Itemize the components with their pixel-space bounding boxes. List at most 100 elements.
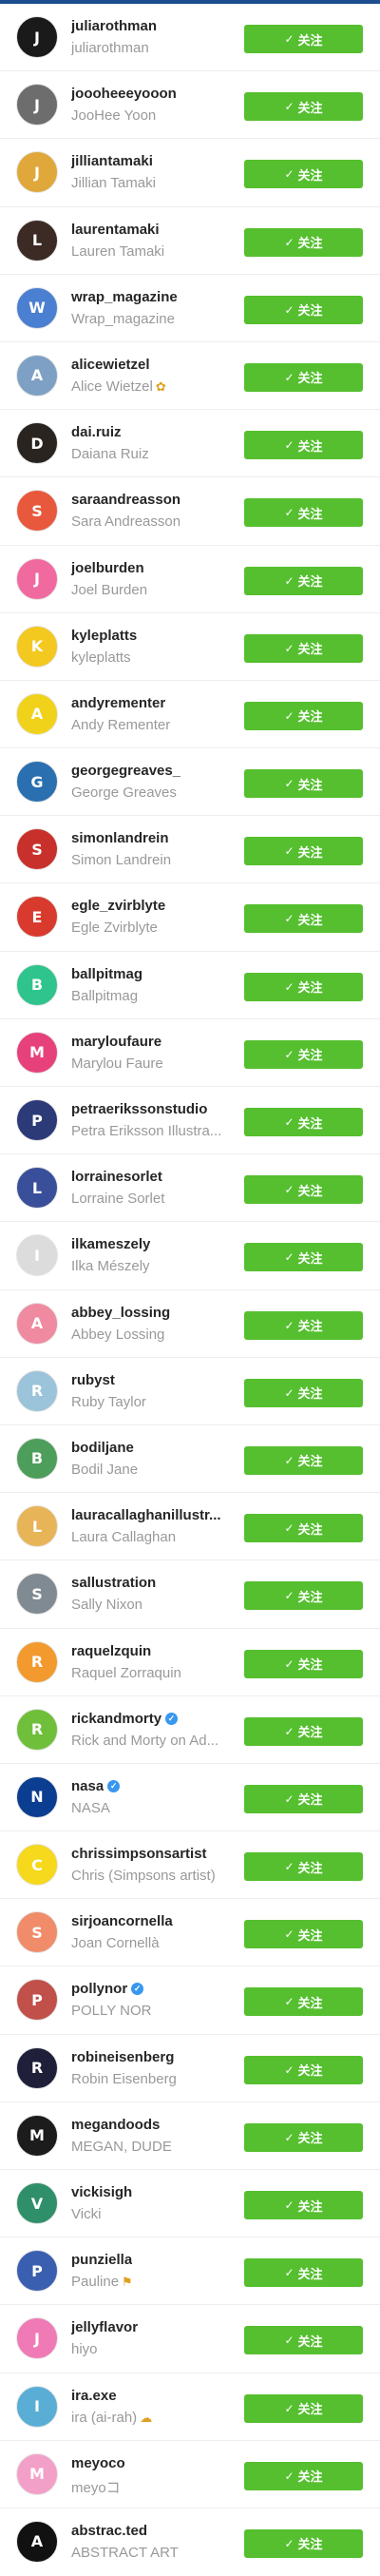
username[interactable]: juliarothman: [71, 18, 233, 34]
follow-button[interactable]: ✓ 关注: [244, 1784, 363, 1813]
username[interactable]: laurentamaki: [71, 222, 233, 238]
username[interactable]: robineisenberg: [71, 2049, 233, 2065]
avatar[interactable]: L: [16, 219, 58, 261]
avatar[interactable]: P: [16, 2250, 58, 2293]
username[interactable]: ballpitmag: [71, 966, 233, 982]
avatar[interactable]: C: [16, 1844, 58, 1887]
follow-button[interactable]: ✓ 关注: [244, 160, 363, 189]
avatar[interactable]: R: [16, 1708, 58, 1751]
username[interactable]: alicewietzel: [71, 357, 233, 373]
avatar[interactable]: J: [16, 557, 58, 600]
avatar[interactable]: A: [16, 2520, 58, 2563]
follow-button[interactable]: ✓ 关注: [244, 431, 363, 460]
username[interactable]: sirjoancornella: [71, 1913, 233, 1929]
follow-button[interactable]: ✓ 关注: [244, 701, 363, 730]
follow-button[interactable]: ✓ 关注: [244, 1445, 363, 1475]
username[interactable]: joooheeeyooon: [71, 86, 233, 102]
username[interactable]: jilliantamaki: [71, 153, 233, 169]
follow-button[interactable]: ✓ 关注: [244, 2258, 363, 2288]
username[interactable]: chrissimpsonsartist: [71, 1846, 233, 1862]
follow-button[interactable]: ✓ 关注: [244, 1175, 363, 1205]
follow-button[interactable]: ✓ 关注: [244, 2461, 363, 2490]
follow-button[interactable]: ✓ 关注: [244, 1378, 363, 1407]
username[interactable]: wrap_magazine: [71, 289, 233, 305]
follow-button[interactable]: ✓ 关注: [244, 1310, 363, 1340]
avatar[interactable]: A: [16, 354, 58, 397]
follow-button[interactable]: ✓ 关注: [244, 633, 363, 663]
username[interactable]: nasa ✓: [71, 1778, 233, 1794]
avatar[interactable]: J: [16, 16, 58, 58]
avatar[interactable]: M: [16, 2452, 58, 2495]
username[interactable]: simonlandrein: [71, 830, 233, 846]
follow-button[interactable]: ✓ 关注: [244, 92, 363, 122]
follow-button[interactable]: ✓ 关注: [244, 1039, 363, 1069]
avatar[interactable]: R: [16, 1640, 58, 1683]
username[interactable]: rubyst: [71, 1372, 233, 1388]
follow-button[interactable]: ✓ 关注: [244, 837, 363, 866]
avatar[interactable]: J: [16, 2317, 58, 2360]
follow-button[interactable]: ✓ 关注: [244, 1581, 363, 1611]
follow-button[interactable]: ✓ 关注: [244, 904, 363, 934]
avatar[interactable]: P: [16, 1099, 58, 1141]
username[interactable]: saraandreasson: [71, 492, 233, 508]
username[interactable]: maryloufaure: [71, 1034, 233, 1050]
avatar[interactable]: S: [16, 1573, 58, 1616]
follow-button[interactable]: ✓ 关注: [244, 362, 363, 392]
username[interactable]: dai.ruiz: [71, 424, 233, 440]
follow-button[interactable]: ✓ 关注: [244, 1649, 363, 1678]
avatar[interactable]: B: [16, 963, 58, 1006]
username[interactable]: petraerikssonstudio: [71, 1101, 233, 1117]
avatar[interactable]: S: [16, 828, 58, 871]
avatar[interactable]: R: [16, 1369, 58, 1412]
follow-button[interactable]: ✓ 关注: [244, 25, 363, 53]
avatar[interactable]: M: [16, 1031, 58, 1074]
avatar[interactable]: P: [16, 1979, 58, 2022]
follow-button[interactable]: ✓ 关注: [244, 2393, 363, 2423]
avatar[interactable]: M: [16, 2114, 58, 2157]
avatar[interactable]: S: [16, 1911, 58, 1954]
username[interactable]: lorrainesorlet: [71, 1169, 233, 1185]
username[interactable]: andyrementer: [71, 695, 233, 711]
avatar[interactable]: A: [16, 692, 58, 735]
avatar[interactable]: W: [16, 286, 58, 329]
username[interactable]: lauracallaghanillustr...: [71, 1507, 233, 1523]
follow-button[interactable]: ✓ 关注: [244, 1514, 363, 1543]
avatar[interactable]: L: [16, 1505, 58, 1548]
username[interactable]: egle_zvirblyte: [71, 898, 233, 914]
username[interactable]: jellyflavor: [71, 2319, 233, 2335]
follow-button[interactable]: ✓ 关注: [244, 2326, 363, 2355]
username[interactable]: meyoco: [71, 2455, 233, 2471]
avatar[interactable]: N: [16, 1775, 58, 1818]
username[interactable]: megandoods: [71, 2117, 233, 2133]
follow-button[interactable]: ✓ 关注: [244, 2191, 363, 2219]
username[interactable]: punziella: [71, 2252, 233, 2268]
avatar[interactable]: B: [16, 1437, 58, 1480]
follow-button[interactable]: ✓ 关注: [244, 1243, 363, 1272]
username[interactable]: bodiljane: [71, 1440, 233, 1456]
username[interactable]: rickandmorty ✓: [71, 1711, 233, 1727]
username[interactable]: sallustration: [71, 1575, 233, 1591]
username[interactable]: joelburden: [71, 560, 233, 576]
follow-button[interactable]: ✓ 关注: [244, 1852, 363, 1882]
avatar[interactable]: J: [16, 84, 58, 126]
follow-button[interactable]: ✓ 关注: [244, 227, 363, 257]
username[interactable]: ilkameszely: [71, 1236, 233, 1252]
avatar[interactable]: V: [16, 2182, 58, 2224]
username[interactable]: georgegreaves_: [71, 763, 233, 779]
follow-button[interactable]: ✓ 关注: [244, 1920, 363, 1949]
avatar[interactable]: E: [16, 896, 58, 939]
username[interactable]: vickisigh: [71, 2184, 233, 2200]
username[interactable]: ira.exe: [71, 2388, 233, 2404]
username[interactable]: abstrac.ted: [71, 2523, 233, 2539]
avatar[interactable]: A: [16, 1302, 58, 1345]
avatar[interactable]: I: [16, 1234, 58, 1277]
avatar[interactable]: L: [16, 1167, 58, 1210]
avatar[interactable]: D: [16, 422, 58, 465]
follow-button[interactable]: ✓ 关注: [244, 2528, 363, 2558]
follow-button[interactable]: ✓ 关注: [244, 1987, 363, 2017]
follow-button[interactable]: ✓ 关注: [244, 2122, 363, 2152]
avatar[interactable]: K: [16, 625, 58, 668]
follow-button[interactable]: ✓ 关注: [244, 566, 363, 595]
avatar[interactable]: G: [16, 761, 58, 804]
follow-button[interactable]: ✓ 关注: [244, 769, 363, 799]
